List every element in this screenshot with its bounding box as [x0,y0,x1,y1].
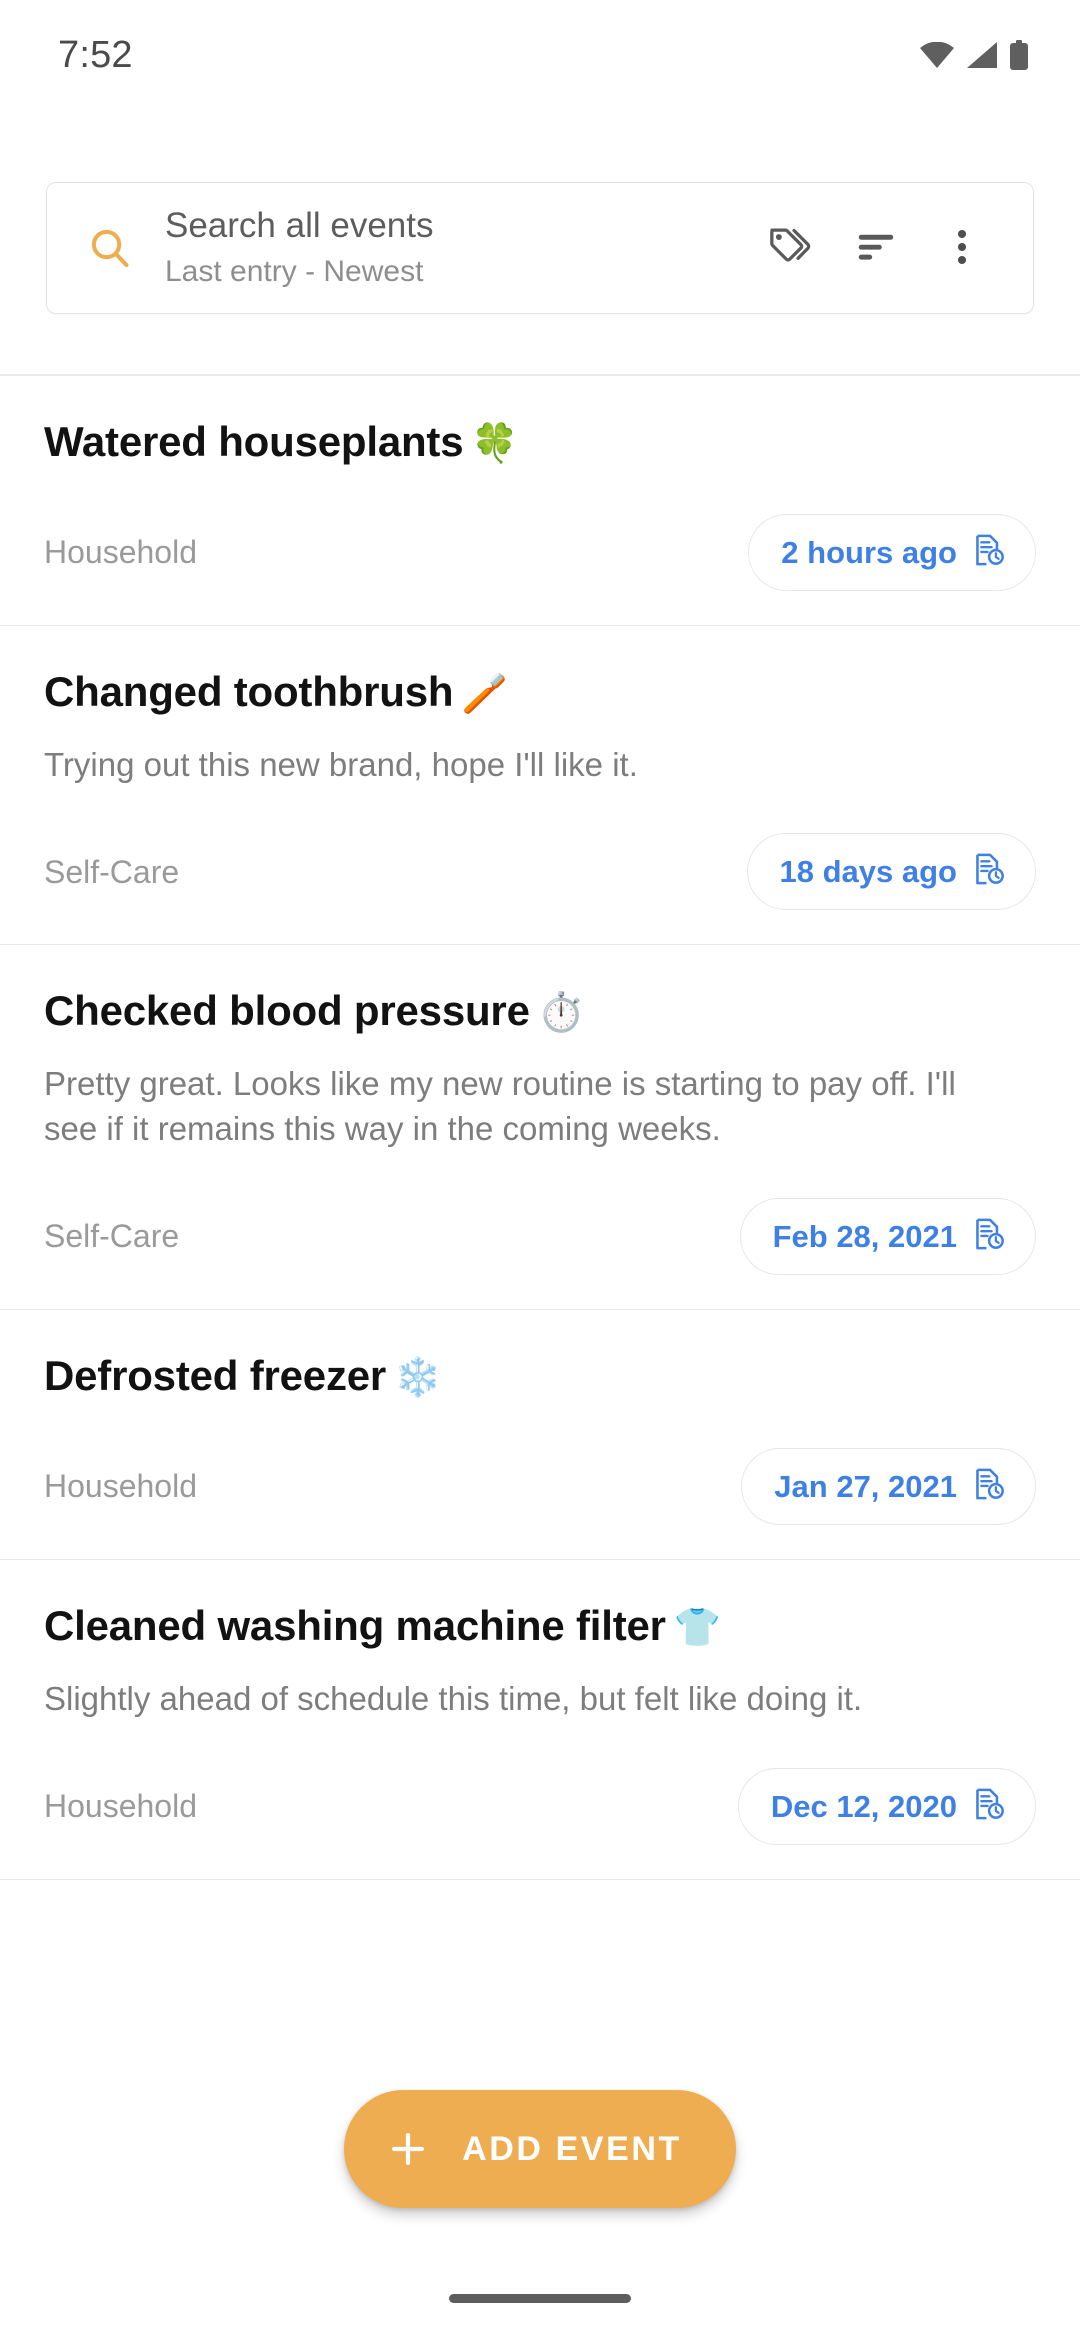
status-bar: 7:52 [0,0,1080,110]
status-bar-clock: 7:52 [58,33,133,76]
event-timestamp-pill[interactable]: Feb 28, 2021 [739,1197,1036,1275]
event-category: Household [44,1468,197,1505]
event-title-text: Defrosted freezer [44,1351,387,1399]
event-list-item[interactable]: Changed toothbrush 🪥 Trying out this new … [0,626,1080,946]
event-list-item[interactable]: Cleaned washing machine filter 👕 Slightly… [0,1560,1080,1880]
search-input[interactable]: Search all events [165,205,747,246]
event-timestamp-label: Jan 27, 2021 [774,1469,957,1505]
event-list-item[interactable]: Watered houseplants 🍀 Household 2 hours a… [0,375,1080,626]
event-footer: Self-Care 18 days ago [44,833,1036,911]
event-timestamp-label: Dec 12, 2020 [770,1788,957,1824]
event-title-text: Checked blood pressure [44,987,530,1035]
event-footer: Household 2 hours ago [44,514,1036,591]
add-event-button[interactable]: ADD EVENT [344,2090,736,2208]
search-icon[interactable] [87,225,133,271]
event-title: Changed toothbrush 🪥 [44,666,1036,719]
tags-button[interactable] [747,200,833,296]
event-timestamp-label: 18 days ago [779,854,957,890]
event-timestamp-pill[interactable]: Jan 27, 2021 [741,1448,1036,1526]
sort-icon [853,224,899,273]
document-history-icon [971,1786,1007,1827]
fab-container: ADD EVENT [0,2020,1080,2278]
app-screen: 7:52 Search all events Last entry - Newe… [0,0,1080,2340]
event-footer: Self-Care Feb 28, 2021 [44,1197,1036,1275]
document-history-icon [971,1466,1007,1507]
overflow-menu-icon [939,224,985,273]
event-footer: Household Dec 12, 2020 [44,1767,1036,1845]
event-timestamp-label: Feb 28, 2021 [772,1218,957,1254]
event-emoji: 👕 [673,1607,721,1650]
event-timestamp-pill[interactable]: Dec 12, 2020 [737,1767,1036,1845]
navigation-gesture-bar[interactable] [0,2278,1080,2340]
event-title: Watered houseplants 🍀 [44,416,1036,469]
event-timestamp-pill[interactable]: 2 hours ago [748,514,1036,591]
event-title-text: Watered houseplants [44,417,464,465]
event-title-text: Cleaned washing machine filter [44,1602,666,1650]
sort-button[interactable] [833,200,919,296]
event-timestamp-pill[interactable]: 18 days ago [746,833,1036,911]
event-category: Self-Care [44,1217,180,1254]
plus-icon [386,2127,430,2171]
cellular-signal-icon [967,42,997,68]
tags-icon [767,224,813,273]
event-emoji: ❄️ [394,1356,442,1399]
wifi-icon [920,42,954,68]
battery-icon [1010,40,1028,70]
search-bar-container: Search all events Last entry - Newest [0,182,1080,314]
event-list-item[interactable]: Checked blood pressure ⏱️ Pretty great. L… [0,945,1080,1310]
status-bar-icons [920,40,1028,70]
event-note: Pretty great. Looks like my new routine … [44,1064,956,1147]
event-note: Slightly ahead of schedule this time, bu… [44,1679,863,1717]
event-title: Defrosted freezer ❄️ [44,1350,1036,1403]
event-note: Trying out this new brand, hope I'll lik… [44,745,638,783]
event-emoji: 🍀 [471,422,519,465]
event-category: Household [44,1787,197,1824]
event-category: Household [44,534,197,571]
event-category: Self-Care [44,853,180,890]
event-title: Checked blood pressure ⏱️ [44,985,1036,1038]
event-emoji: 🪥 [461,673,509,715]
document-history-icon [971,1216,1007,1257]
search-bar-actions [747,200,1005,296]
gesture-handle[interactable] [449,2294,631,2303]
search-bar[interactable]: Search all events Last entry - Newest [46,182,1034,314]
event-title-text: Changed toothbrush [44,668,454,715]
event-list-item[interactable]: Defrosted freezer ❄️ Household Jan 27, 20… [0,1309,1080,1561]
event-timestamp-label: 2 hours ago [781,535,957,570]
event-emoji: ⏱️ [537,992,585,1035]
document-history-icon [971,851,1007,892]
search-text-block[interactable]: Search all events Last entry - Newest [161,205,747,291]
event-footer: Household Jan 27, 2021 [44,1448,1036,1526]
add-event-label: ADD EVENT [462,2130,682,2168]
event-list: Watered houseplants 🍀 Household 2 hours a… [0,375,1080,2021]
document-history-icon [971,532,1007,573]
event-title: Cleaned washing machine filter 👕 [44,1600,1036,1653]
search-sort-summary: Last entry - Newest [165,255,424,289]
overflow-menu-button[interactable] [919,200,1005,296]
